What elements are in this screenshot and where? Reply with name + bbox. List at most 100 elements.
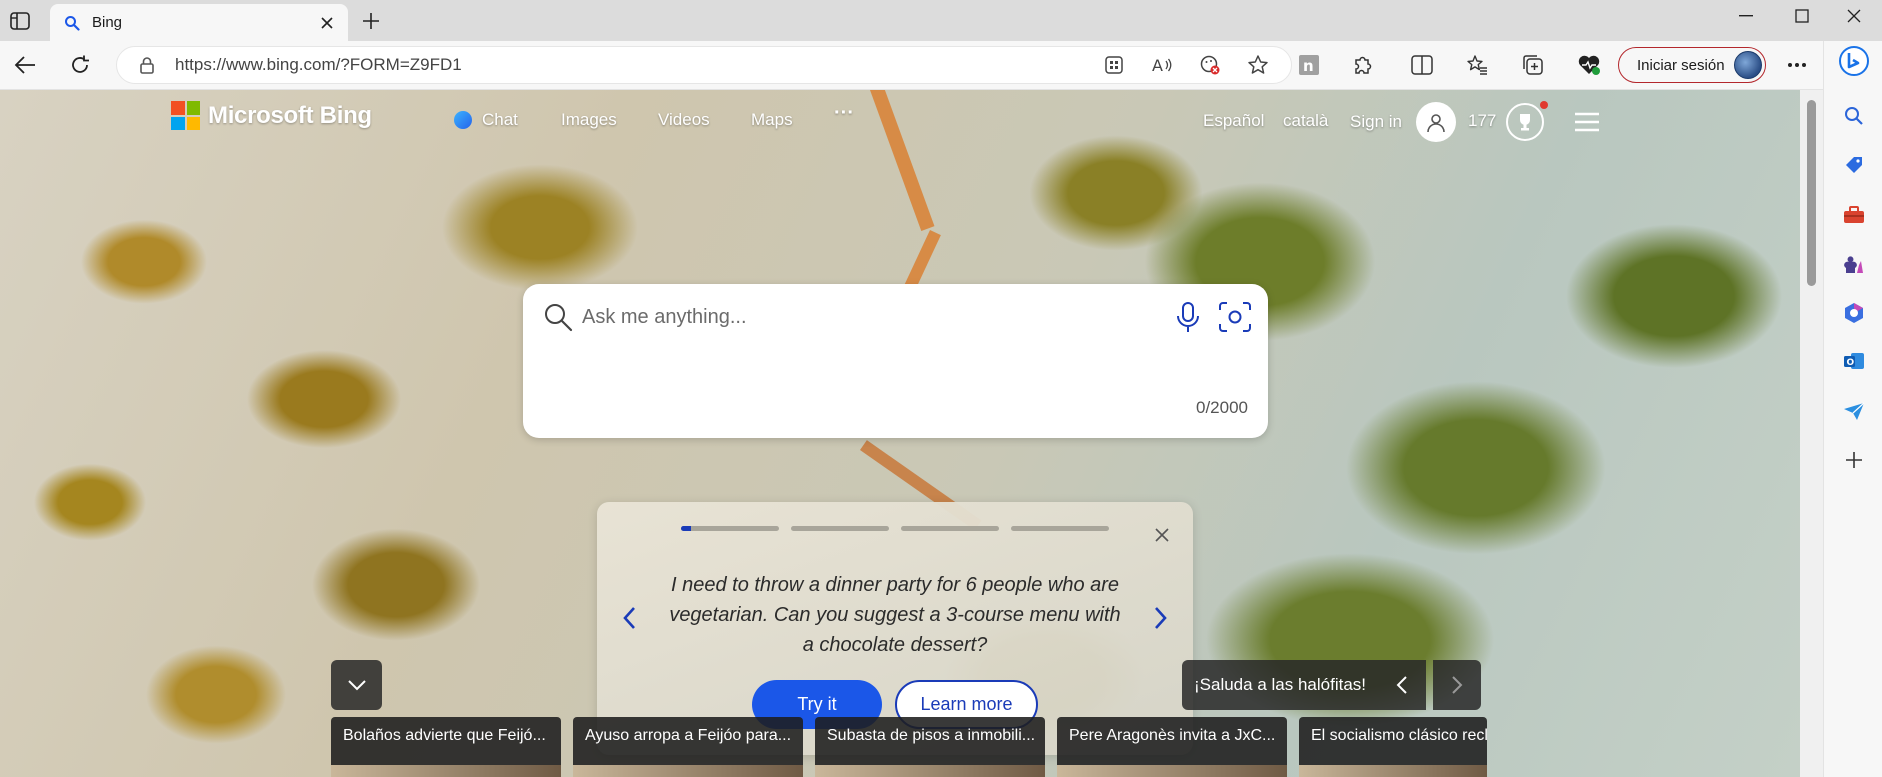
apps-icon[interactable] xyxy=(1099,50,1129,80)
character-counter: 0/2000 xyxy=(1196,398,1248,417)
notification-dot xyxy=(1540,101,1548,109)
news-card[interactable]: Bolaños advierte que Feijó... xyxy=(331,717,561,777)
rewards-points-value: 177 xyxy=(1468,111,1497,130)
carousel-prev-button[interactable] xyxy=(1378,660,1426,710)
chevron-right-icon xyxy=(1452,676,1463,694)
progress-segment xyxy=(901,526,999,531)
news-thumbnail xyxy=(573,765,803,777)
news-headline: Pere Aragonès invita a JxC... xyxy=(1069,727,1276,744)
bing-signin-label: Sign in xyxy=(1350,112,1402,131)
back-button[interactable] xyxy=(8,48,42,82)
news-thumbnail xyxy=(1057,765,1287,777)
tab-strip: Bing xyxy=(0,0,1882,41)
microphone-icon[interactable] xyxy=(1173,300,1203,334)
sidebar-games-icon[interactable] xyxy=(1839,249,1869,279)
nav-images[interactable]: Images xyxy=(561,110,617,130)
news-thumbnail xyxy=(331,765,561,777)
collections-icon[interactable] xyxy=(1516,48,1550,82)
favorites-icon[interactable] xyxy=(1460,48,1494,82)
brand-name: Microsoft Bing xyxy=(208,101,372,129)
scrollbar-thumb[interactable] xyxy=(1807,100,1816,286)
news-card[interactable]: El socialismo clásico recl xyxy=(1299,717,1487,777)
lock-icon[interactable] xyxy=(137,56,157,74)
previous-suggestion-icon[interactable] xyxy=(619,604,641,632)
signin-label: Iniciar sesión xyxy=(1637,56,1725,74)
nav-more-label: ··· xyxy=(834,102,854,124)
sidebar-outlook-icon[interactable]: O xyxy=(1839,346,1869,376)
url-text[interactable]: https://www.bing.com/?FORM=Z9FD1 xyxy=(175,55,1099,75)
rewards-button[interactable] xyxy=(1506,101,1548,141)
progress-fill xyxy=(681,526,691,531)
nav-videos[interactable]: Videos xyxy=(658,110,710,130)
background-boardwalk xyxy=(870,90,935,231)
nav-maps[interactable]: Maps xyxy=(751,110,793,130)
extensions-puzzle-icon[interactable] xyxy=(1346,48,1380,82)
split-screen-icon[interactable] xyxy=(1405,48,1439,82)
chat-icon xyxy=(454,111,472,129)
more-options-icon[interactable] xyxy=(1780,48,1814,82)
minimize-button[interactable] xyxy=(1718,0,1774,32)
new-tab-button[interactable] xyxy=(358,8,384,34)
sidebar-tools-icon[interactable] xyxy=(1839,200,1869,230)
page-scrollbar[interactable] xyxy=(1800,90,1823,777)
sidebar-office-icon[interactable] xyxy=(1839,298,1869,328)
tab-title: Bing xyxy=(92,14,123,31)
extension-n-icon[interactable]: n xyxy=(1292,48,1326,82)
news-headline: Ayuso arropa a Feijóo para... xyxy=(585,727,792,744)
nav-maps-label: Maps xyxy=(751,110,793,129)
profile-avatar xyxy=(1734,51,1762,79)
window-close-button[interactable] xyxy=(1826,0,1882,32)
sidebar-shopping-icon[interactable] xyxy=(1839,150,1869,180)
bing-signin[interactable]: Sign in xyxy=(1350,102,1456,142)
search-box[interactable]: Ask me anything... 0/2000 xyxy=(523,284,1268,438)
read-aloud-icon[interactable]: A xyxy=(1147,50,1177,80)
user-avatar-icon xyxy=(1415,102,1456,142)
next-suggestion-icon[interactable] xyxy=(1149,604,1171,632)
carousel-next-button[interactable] xyxy=(1433,660,1481,710)
close-card-icon[interactable] xyxy=(1153,526,1171,544)
tab-bing[interactable]: Bing xyxy=(50,4,348,41)
search-icon xyxy=(545,304,573,332)
news-card[interactable]: Subasta de pisos a inmobili... xyxy=(815,717,1045,777)
news-card[interactable]: Ayuso arropa a Feijóo para... xyxy=(573,717,803,777)
edge-sidebar: O xyxy=(1823,41,1882,777)
rewards-trophy-icon xyxy=(1506,101,1548,141)
visual-search-icon[interactable] xyxy=(1217,300,1253,334)
news-thumbnail xyxy=(1299,765,1487,777)
copilot-icon[interactable] xyxy=(1836,43,1872,79)
collapse-feed-button[interactable] xyxy=(331,660,382,710)
image-of-day-title[interactable]: ¡Saluda a las halófitas! xyxy=(1182,660,1378,710)
bing-logo[interactable]: Microsoft Bing xyxy=(171,101,372,130)
hamburger-menu-icon[interactable] xyxy=(1574,112,1600,132)
nav-chat[interactable]: Chat xyxy=(454,110,518,130)
sidebar-add-icon[interactable] xyxy=(1839,445,1869,475)
address-bar[interactable]: https://www.bing.com/?FORM=Z9FD1 A xyxy=(116,46,1292,84)
nav-more-button[interactable]: ··· xyxy=(834,102,854,125)
maximize-button[interactable] xyxy=(1774,0,1830,32)
tab-actions-icon[interactable] xyxy=(8,9,32,33)
lang-espanol[interactable]: Español xyxy=(1203,111,1264,131)
sidebar-search-icon[interactable] xyxy=(1839,101,1869,131)
tracking-prevention-icon[interactable] xyxy=(1195,50,1225,80)
svg-text:A: A xyxy=(1152,56,1163,74)
nav-videos-label: Videos xyxy=(658,110,710,129)
suggestion-progress xyxy=(681,526,1109,531)
sidebar-drop-icon[interactable] xyxy=(1839,396,1869,426)
favorite-star-icon[interactable] xyxy=(1243,50,1273,80)
progress-segment xyxy=(1011,526,1109,531)
nav-chat-label: Chat xyxy=(482,110,518,129)
search-input[interactable]: Ask me anything... xyxy=(582,306,747,329)
news-card[interactable]: Pere Aragonès invita a JxC... xyxy=(1057,717,1287,777)
browser-essentials-icon[interactable] xyxy=(1572,48,1606,82)
progress-segment xyxy=(791,526,889,531)
news-headline: Bolaños advierte que Feijó... xyxy=(343,727,546,744)
rewards-points[interactable]: 177 xyxy=(1468,111,1496,131)
suggestion-prompt: I need to throw a dinner party for 6 peo… xyxy=(669,574,1121,656)
progress-segment xyxy=(681,526,779,531)
tab-close-icon[interactable] xyxy=(318,14,336,32)
refresh-button[interactable] xyxy=(63,48,97,82)
lang-catala[interactable]: català xyxy=(1283,111,1328,131)
news-headline: Subasta de pisos a inmobili... xyxy=(827,727,1036,744)
signin-button[interactable]: Iniciar sesión xyxy=(1618,47,1766,83)
browser-toolbar: https://www.bing.com/?FORM=Z9FD1 A n Ini… xyxy=(0,41,1882,90)
